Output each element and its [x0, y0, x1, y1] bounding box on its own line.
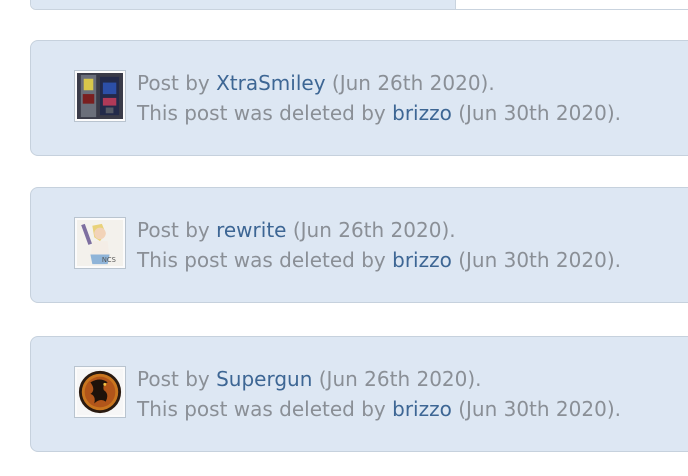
deleted-post-card: Post by Supergun (Jun 26th 2020). This p… — [30, 336, 688, 452]
previous-panel-left — [31, 0, 456, 9]
deleted-line: This post was deleted by brizzo (Jun 30t… — [137, 245, 621, 275]
deleted-date: (Jun 30th 2020). — [451, 397, 621, 421]
post-line: Post by XtraSmiley (Jun 26th 2020). — [137, 68, 621, 98]
post-prefix: Post by — [137, 218, 217, 242]
post-line: Post by Supergun (Jun 26th 2020). — [137, 364, 621, 394]
deleted-post-card: Post by XtraSmiley (Jun 26th 2020). This… — [30, 40, 688, 156]
author-link[interactable]: rewrite — [216, 218, 286, 242]
post-date: (Jun 26th 2020). — [312, 367, 482, 391]
deleted-by-link[interactable]: brizzo — [392, 248, 452, 272]
post-info: Post by Supergun (Jun 26th 2020). This p… — [137, 364, 621, 424]
arcade-cabinet-avatar-icon[interactable] — [74, 70, 126, 122]
post-prefix: Post by — [137, 71, 217, 95]
mortal-kombat-dragon-avatar-icon[interactable] — [74, 366, 126, 418]
post-line: Post by rewrite (Jun 26th 2020). — [137, 215, 621, 245]
svg-text:NCS: NCS — [102, 256, 116, 264]
previous-panel-fragment — [30, 0, 688, 10]
deleted-by-link[interactable]: brizzo — [392, 101, 452, 125]
deleted-posts-page: Post by XtraSmiley (Jun 26th 2020). This… — [0, 0, 688, 476]
post-date: (Jun 26th 2020). — [286, 218, 456, 242]
deleted-prefix: This post was deleted by — [137, 248, 393, 272]
anime-character-avatar-icon[interactable]: NCS — [74, 217, 126, 269]
deleted-line: This post was deleted by brizzo (Jun 30t… — [137, 394, 621, 424]
deleted-line: This post was deleted by brizzo (Jun 30t… — [137, 98, 621, 128]
deleted-prefix: This post was deleted by — [137, 101, 393, 125]
author-link[interactable]: XtraSmiley — [216, 71, 325, 95]
post-date: (Jun 26th 2020). — [325, 71, 495, 95]
deleted-post-card: NCS Post by rewrite (Jun 26th 2020). Thi… — [30, 187, 688, 303]
post-prefix: Post by — [137, 367, 217, 391]
deleted-prefix: This post was deleted by — [137, 397, 393, 421]
author-link[interactable]: Supergun — [216, 367, 312, 391]
post-info: Post by XtraSmiley (Jun 26th 2020). This… — [137, 68, 621, 128]
deleted-date: (Jun 30th 2020). — [451, 101, 621, 125]
post-info: Post by rewrite (Jun 26th 2020). This po… — [137, 215, 621, 275]
deleted-by-link[interactable]: brizzo — [392, 397, 452, 421]
deleted-date: (Jun 30th 2020). — [451, 248, 621, 272]
